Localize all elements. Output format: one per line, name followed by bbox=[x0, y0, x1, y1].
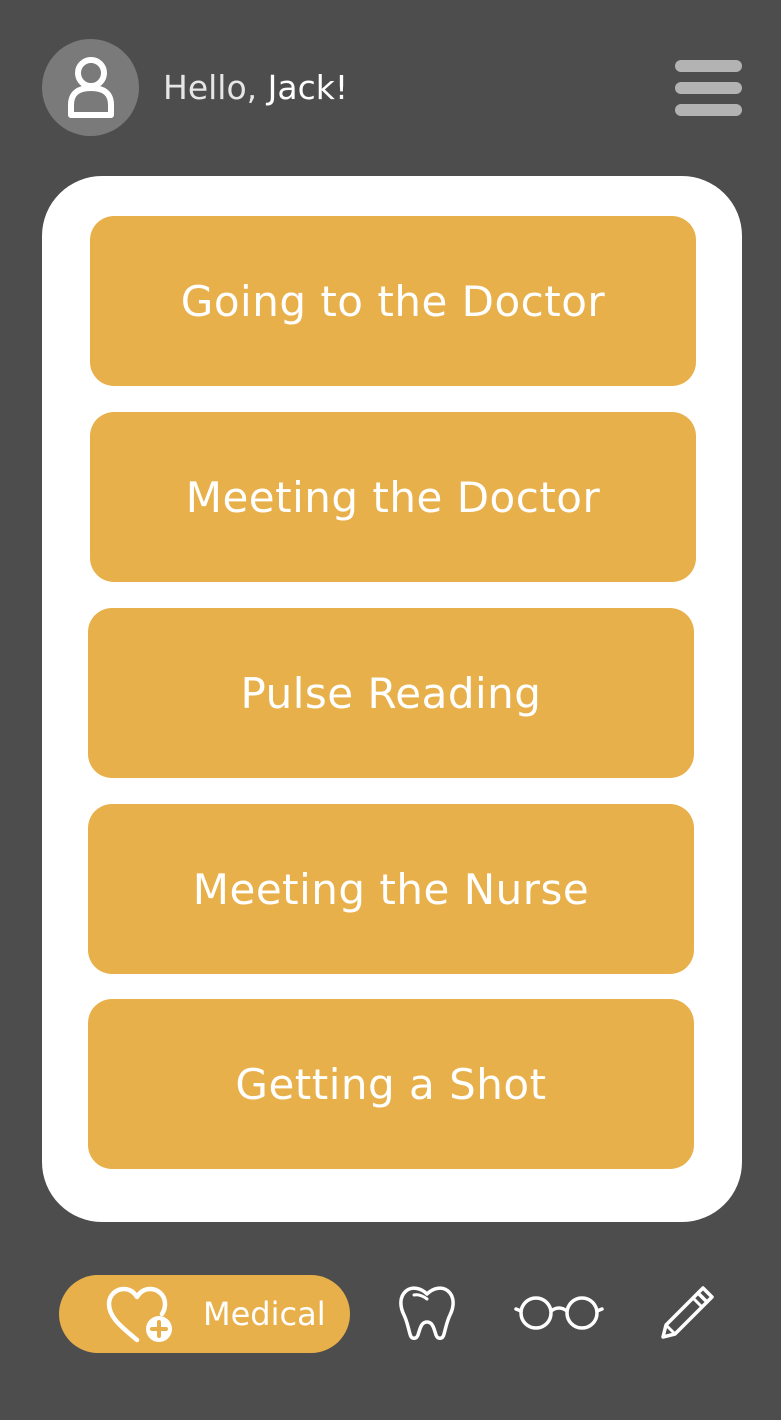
pencil-icon[interactable] bbox=[658, 1284, 716, 1340]
topic-meeting-the-doctor-button[interactable]: Meeting the Doctor bbox=[90, 412, 696, 582]
topic-getting-a-shot-button[interactable]: Getting a Shot bbox=[88, 999, 694, 1169]
menu-bar bbox=[675, 60, 742, 72]
greeting-prefix: Hello, bbox=[163, 68, 258, 107]
menu-bar bbox=[675, 82, 742, 94]
hamburger-menu-button[interactable] bbox=[675, 60, 742, 116]
avatar[interactable] bbox=[42, 39, 139, 136]
user-icon bbox=[67, 56, 114, 118]
heart-plus-icon bbox=[106, 1286, 172, 1343]
nav-medical-label: Medical bbox=[203, 1295, 326, 1333]
user-name: Jack! bbox=[267, 68, 349, 107]
menu-bar bbox=[675, 104, 742, 116]
tooth-icon[interactable] bbox=[396, 1282, 458, 1344]
nav-medical-button[interactable]: Medical bbox=[59, 1275, 350, 1353]
topic-pulse-reading-button[interactable]: Pulse Reading bbox=[88, 608, 694, 778]
bottom-nav: Medical bbox=[0, 1260, 781, 1370]
greeting: Hello, Jack! bbox=[163, 66, 348, 110]
topic-meeting-the-nurse-button[interactable]: Meeting the Nurse bbox=[88, 804, 694, 974]
topic-going-to-the-doctor-button[interactable]: Going to the Doctor bbox=[90, 216, 696, 386]
glasses-icon[interactable] bbox=[514, 1293, 604, 1333]
topics-card: Going to the Doctor Meeting the Doctor P… bbox=[42, 176, 742, 1222]
